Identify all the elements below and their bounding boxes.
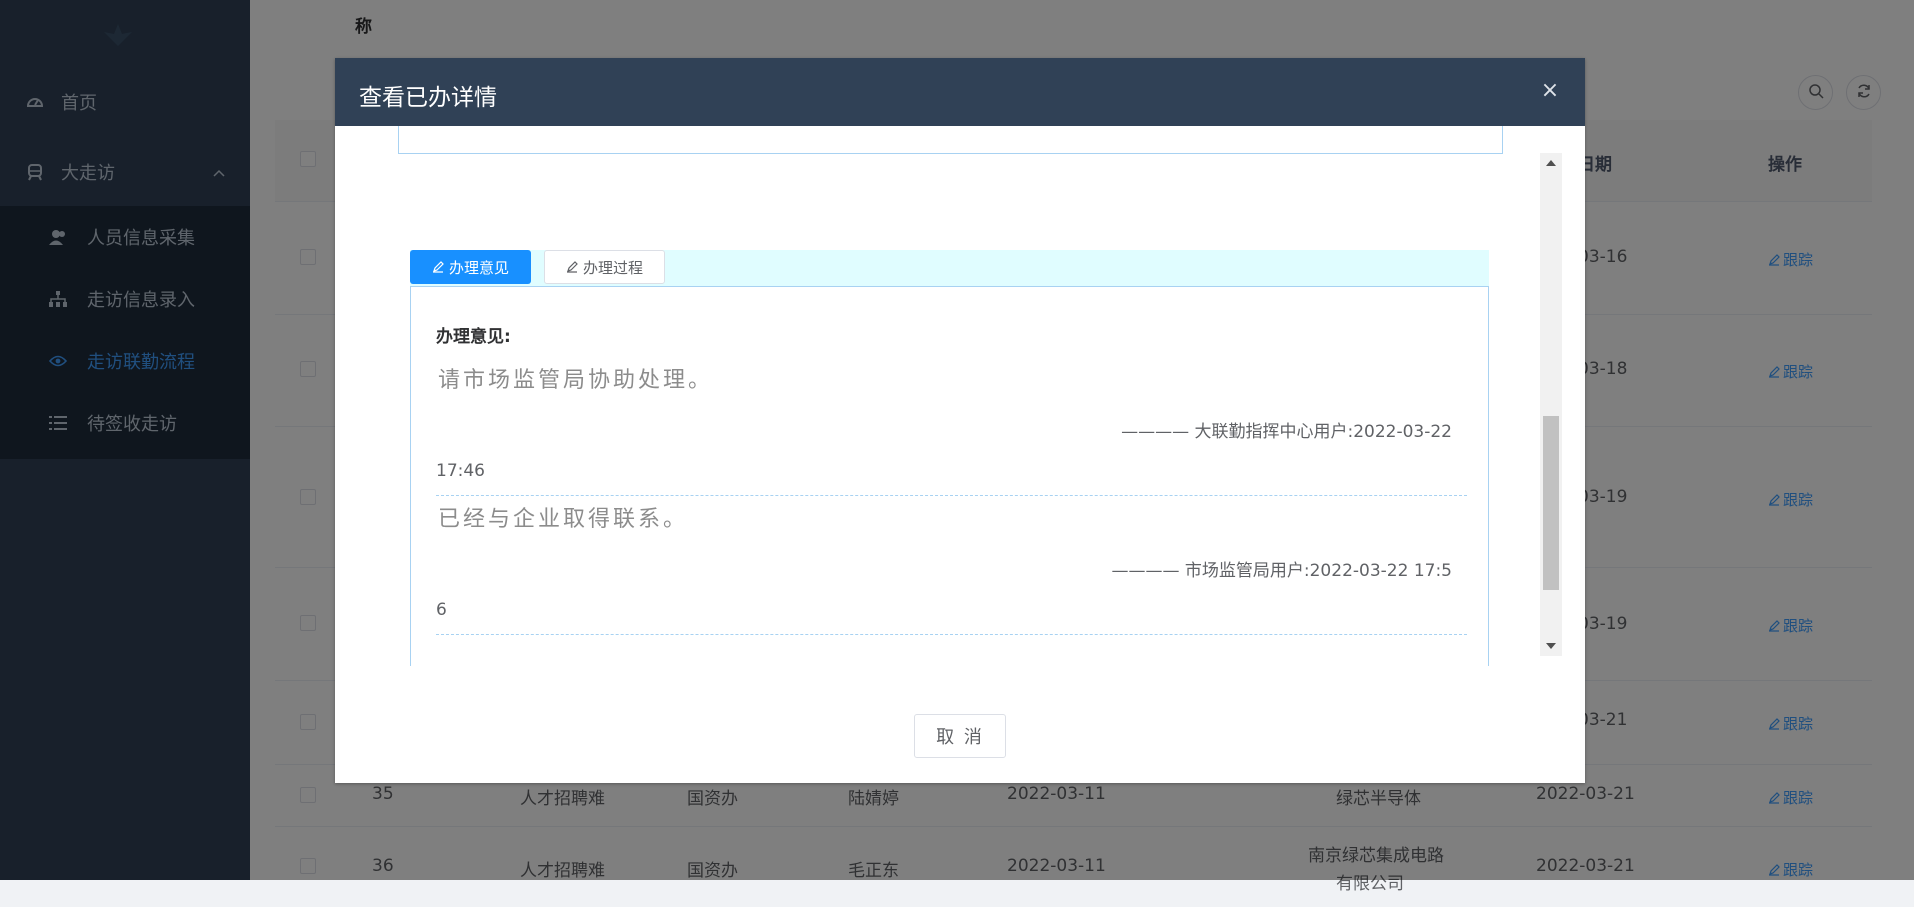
tab-label: 办理意见 [448,258,509,277]
opinion-signature-tail: 6 [436,600,447,620]
close-icon[interactable]: × [1539,80,1561,102]
opinion-signature: ———— 市场监管局用户:2022-03-22 17:5 [1111,561,1452,581]
scroll-down-arrow-icon[interactable] [1546,643,1556,649]
cancel-button[interactable]: 取 消 [914,714,1006,758]
dialog-header: 查看已办详情 × [335,58,1585,126]
tab-opinion[interactable]: 办理意见 [410,250,531,284]
opinion-panel: 办理意见: 请市场监管局协助处理。 ———— 大联勤指挥中心用户:2022-03… [410,286,1489,666]
opinion-text: 请市场监管局协助处理。 [438,368,714,393]
tab-label: 办理过程 [582,258,643,277]
opinion-divider [436,495,1467,496]
dialog-body: 办理意见 办理过程 办理意见: 请市场监管局协助处理。 ———— 大联勤指挥中心… [335,126,1585,726]
previous-section-box [398,126,1503,154]
opinion-label: 办理意见: [436,327,511,347]
tab-process[interactable]: 办理过程 [544,250,665,284]
edit-icon [566,261,578,273]
opinion-signature: ———— 大联勤指挥中心用户:2022-03-22 [1121,422,1452,442]
detail-dialog: 查看已办详情 × 办理意见 办理过程 办理意见: 请市场监管局协助处理。 ———… [335,58,1585,783]
opinion-divider [436,634,1467,635]
scroll-up-arrow-icon[interactable] [1546,160,1556,166]
dialog-title: 查看已办详情 [359,85,497,111]
edit-icon [432,261,444,273]
dialog-scrollbar[interactable] [1540,153,1562,656]
opinion-signature-tail: 17:46 [436,461,485,481]
scrollbar-thumb[interactable] [1543,416,1559,590]
opinion-text: 已经与企业取得联系。 [438,507,689,532]
tab-strip: 办理意见 办理过程 [410,250,1489,287]
